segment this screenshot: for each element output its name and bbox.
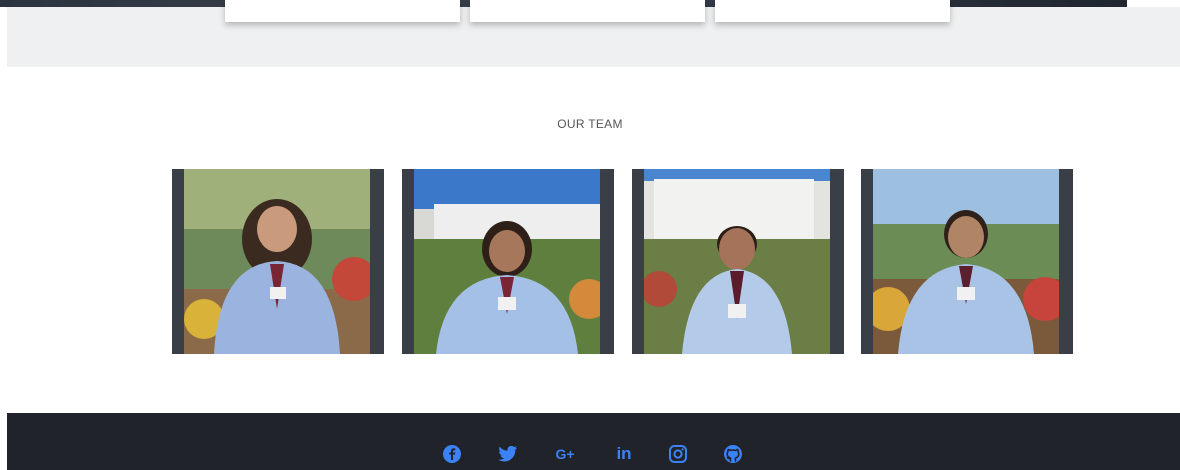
team-member-card[interactable] [632,169,844,354]
team-member-photo [414,169,600,354]
team-member-card[interactable] [861,169,1073,354]
section-title: OUR TEAM [557,117,623,131]
team-member-card[interactable] [402,169,614,354]
team-member-card[interactable] [172,169,384,354]
linkedin-text: in [616,444,632,463]
facebook-icon[interactable] [440,442,464,466]
team-member-photo [184,169,370,354]
top-card-3 [715,0,950,22]
google-plus-text: G+ [555,446,575,462]
top-card-2 [470,0,705,22]
github-icon[interactable] [721,442,745,466]
team-member-photo [644,169,830,354]
footer [7,413,1180,470]
google-plus-icon[interactable]: G+ [553,442,577,466]
top-card-1 [225,0,460,22]
team-member-photo [873,169,1059,354]
twitter-icon[interactable] [496,442,520,466]
linkedin-icon[interactable]: in [612,442,636,466]
instagram-icon[interactable] [666,442,690,466]
